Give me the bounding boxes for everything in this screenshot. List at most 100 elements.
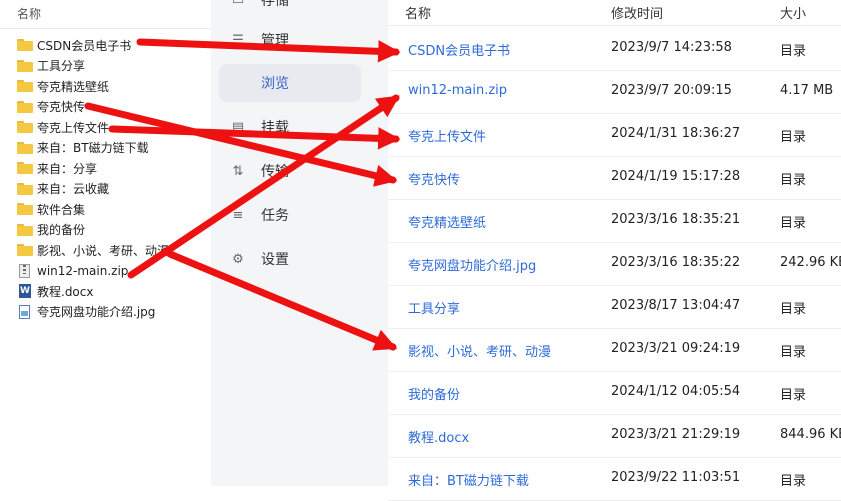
local-file-name: 来自：分享: [37, 161, 98, 176]
file-row[interactable]: 夸克网盘功能介绍.jpg 2023/3/16 18:35:22 242.96 KB: [388, 242, 841, 286]
browse-icon: [231, 76, 245, 90]
nav-item-label: 管理: [261, 33, 289, 49]
nav-item-label: 设置: [261, 252, 289, 268]
remote-file-pane: 名称 修改时间 大小 CSDN会员电子书 2023/9/7 14:23:58 目录 w…: [388, 0, 841, 501]
local-file-item[interactable]: win12-main.zip: [0, 261, 211, 282]
chevron-up-icon[interactable]: ^: [136, 0, 145, 6]
folder-icon: [17, 100, 33, 114]
local-file-name: 夸克上传文件: [37, 120, 110, 135]
local-file-item[interactable]: 教程.docx: [0, 281, 211, 302]
folder-icon: [17, 243, 33, 257]
nav-item-label: 浏览: [261, 76, 289, 92]
nav-item-label: 任务: [261, 208, 289, 224]
file-name-link[interactable]: 夸克上传文件: [408, 126, 486, 145]
local-file-item[interactable]: CSDN会员电子书: [0, 35, 211, 56]
local-file-name: 夸克精选壁纸: [37, 79, 110, 94]
file-size: 242.96 KB: [780, 255, 841, 270]
local-file-item[interactable]: 夸克快传: [0, 97, 211, 118]
local-file-name: 影视、小说、考研、动漫: [37, 243, 170, 258]
local-file-name: 来自：BT磁力链下载: [37, 141, 149, 156]
local-file-name: 我的备份: [37, 223, 86, 238]
file-modified: 2023/3/21 21:29:19: [611, 427, 741, 442]
left-column-header[interactable]: 名称 ^: [0, 0, 211, 29]
file-modified: 2023/9/22 11:03:51: [611, 470, 741, 485]
file-modified: 2023/8/17 13:04:47: [611, 298, 741, 313]
file-name-link[interactable]: 夸克快传: [408, 169, 460, 188]
file-row[interactable]: 夸克上传文件 2024/1/31 18:36:27 目录: [388, 113, 841, 157]
file-name-link[interactable]: 教程.docx: [408, 427, 469, 446]
local-file-name: win12-main.zip: [37, 263, 129, 278]
local-file-item[interactable]: 来自：云收藏: [0, 179, 211, 200]
gear-icon: ⚙: [232, 251, 244, 267]
local-file-item[interactable]: 工具分享: [0, 56, 211, 77]
file-row[interactable]: 教程.docx 2023/3/21 21:29:19 844.96 KB: [388, 414, 841, 458]
folder-icon: [17, 79, 33, 93]
file-name-link[interactable]: 工具分享: [408, 298, 460, 317]
folder-icon: [17, 223, 33, 237]
file-name-link[interactable]: 夸克网盘功能介绍.jpg: [408, 255, 536, 274]
file-row[interactable]: 夸克快传 2024/1/19 15:17:28 目录: [388, 156, 841, 200]
transfer-icon: ⇅: [232, 163, 244, 179]
word-doc-icon: [17, 284, 33, 299]
modified-column-header[interactable]: 修改时间: [611, 3, 663, 22]
file-modified: 2023/9/7 20:09:15: [611, 83, 732, 98]
mount-icon: ▤: [231, 119, 245, 135]
file-name-link[interactable]: CSDN会员电子书: [408, 40, 510, 59]
local-file-name: 夸克网盘功能介绍.jpg: [37, 305, 156, 320]
nav-item-label: 存储: [261, 0, 289, 9]
left-name-header[interactable]: 名称: [17, 5, 41, 22]
local-file-item[interactable]: 我的备份: [0, 220, 211, 241]
file-name-link[interactable]: 来自：BT磁力链下载: [408, 470, 529, 489]
file-row[interactable]: win12-main.zip 2023/9/7 20:09:15 4.17 MB: [388, 70, 841, 114]
nav-item-0[interactable]: ▭ 存储: [219, 0, 361, 19]
local-file-name: 教程.docx: [37, 284, 94, 299]
local-file-name: 来自：云收藏: [37, 182, 110, 197]
folder-icon: [17, 202, 33, 216]
folder-icon: [17, 120, 33, 134]
file-modified: 2023/9/7 14:23:58: [611, 40, 732, 55]
local-file-name: 夸克快传: [37, 100, 86, 115]
nav-item-1[interactable]: ☰ 管理: [219, 21, 361, 59]
local-file-item[interactable]: 夸克网盘功能介绍.jpg: [0, 302, 211, 323]
task-icon: ≡: [232, 207, 244, 223]
file-row[interactable]: 影视、小说、考研、动漫 2023/3/21 09:24:19 目录: [388, 328, 841, 372]
file-row[interactable]: 我的备份 2024/1/12 04:05:54 目录: [388, 371, 841, 415]
file-size: 目录: [780, 44, 807, 59]
file-name-link[interactable]: 影视、小说、考研、动漫: [408, 341, 551, 360]
file-row[interactable]: 工具分享 2023/8/17 13:04:47 目录: [388, 285, 841, 329]
local-file-item[interactable]: 影视、小说、考研、动漫: [0, 240, 211, 261]
file-row[interactable]: 夸克精选壁纸 2023/3/16 18:35:21 目录: [388, 199, 841, 243]
nav-item-3[interactable]: ▤ 挂载: [219, 108, 361, 146]
file-size: 844.96 KB: [780, 427, 841, 442]
zip-file-icon: [17, 263, 33, 278]
file-modified: 2024/1/19 15:17:28: [611, 169, 741, 184]
file-modified: 2023/3/16 18:35:22: [611, 255, 741, 270]
local-file-item[interactable]: 来自：分享: [0, 158, 211, 179]
file-row[interactable]: CSDN会员电子书 2023/9/7 14:23:58 目录: [388, 27, 841, 71]
file-size: 目录: [780, 474, 807, 489]
file-modified: 2024/1/31 18:36:27: [611, 126, 741, 141]
size-column-header[interactable]: 大小: [780, 3, 806, 22]
folder-icon: [17, 182, 33, 196]
file-size: 目录: [780, 216, 807, 231]
file-name-link[interactable]: win12-main.zip: [408, 83, 507, 98]
local-file-item[interactable]: 夸克精选壁纸: [0, 76, 211, 97]
local-file-name: CSDN会员电子书: [37, 38, 132, 53]
local-file-item[interactable]: 来自：BT磁力链下载: [0, 138, 211, 159]
file-name-link[interactable]: 我的备份: [408, 384, 460, 403]
local-file-name: 工具分享: [37, 59, 86, 74]
nav-item-label: 挂载: [261, 120, 289, 136]
nav-item-6[interactable]: ⚙ 设置: [219, 240, 361, 278]
local-file-pane: 名称 ^ CSDN会员电子书工具分享夸克精选壁纸夸克快传夸克上传文件来自：BT磁…: [0, 0, 212, 486]
file-modified: 2023/3/16 18:35:21: [611, 212, 741, 227]
manage-icon: ☰: [232, 32, 244, 48]
local-file-item[interactable]: 软件合集: [0, 199, 211, 220]
name-column-header[interactable]: 名称: [405, 3, 431, 22]
nav-item-4[interactable]: ⇅ 传输: [219, 152, 361, 190]
nav-item-5[interactable]: ≡ 任务: [219, 196, 361, 234]
local-file-item[interactable]: 夸克上传文件: [0, 117, 211, 138]
file-name-link[interactable]: 夸克精选壁纸: [408, 212, 486, 231]
file-row[interactable]: 来自：BT磁力链下载 2023/9/22 11:03:51 目录: [388, 457, 841, 501]
file-size: 目录: [780, 130, 807, 145]
nav-item-2[interactable]: 浏览: [219, 64, 361, 102]
